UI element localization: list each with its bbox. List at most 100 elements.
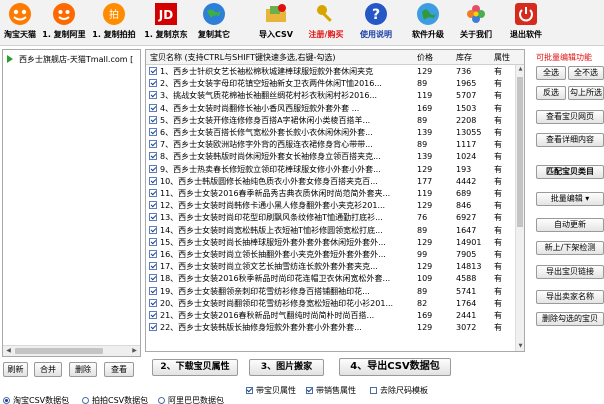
taobao-csv-radio[interactable] bbox=[3, 397, 10, 404]
row-checkbox[interactable] bbox=[149, 323, 157, 332]
table-row[interactable]: 5、西乡士女装开修连修修身百搭A字裙休闲小类棱百搭羊... 89 2208 有 bbox=[146, 115, 516, 126]
row-checkbox[interactable] bbox=[149, 274, 157, 283]
row-checkbox[interactable] bbox=[149, 250, 157, 258]
table-row[interactable]: 13、西乡士女装时尚印花型印刷飘风条纹修袖T恤通勤打底衫... 76 6927 有 bbox=[146, 212, 516, 223]
row-checkbox[interactable] bbox=[149, 237, 157, 246]
table-row[interactable]: 15、西乡士女装时尚长抽棒球服短外套外套外套休闲短外套外... 129 14901 有 bbox=[146, 237, 516, 248]
row-checkbox[interactable] bbox=[149, 189, 157, 197]
shelf-check-button[interactable]: 新上/下架检测 bbox=[536, 241, 604, 255]
row-checkbox[interactable] bbox=[149, 152, 157, 161]
row-checkbox[interactable] bbox=[149, 262, 157, 271]
view-button[interactable]: 查看 bbox=[104, 362, 134, 377]
paipai-csv-option[interactable]: 拍拍CSV数据包 bbox=[82, 395, 148, 404]
table-row[interactable]: 22、西乡士女装韩版长抽修身短款外套外套小外套外套... 129 3072 有 bbox=[146, 322, 516, 333]
column-header-name[interactable]: 宝贝名称 (支持CTRL与SHIFT键快速多选,右键-勾选) bbox=[150, 52, 412, 63]
table-row[interactable]: 9、西乡士热卖春长修短款立领印花棒球服女修小外套小外套... 129 193 有 bbox=[146, 164, 516, 175]
table-row[interactable]: 7、西乡士女装欧洲站修字外背的西服连衣裙修身背心带带... 89 1117 有 bbox=[146, 139, 516, 150]
export-seller-button[interactable]: 导出卖家名称 bbox=[536, 290, 604, 304]
scroll-right-icon[interactable]: ▶ bbox=[129, 346, 140, 356]
table-row[interactable]: 10、西乡士韩版圆修长袖纯色质衣小外套女修身百搭夹克百... 177 4442 有 bbox=[146, 176, 516, 187]
view-product-page-button[interactable]: 查看宝贝网页 bbox=[536, 110, 604, 124]
column-header-price[interactable]: 价格 bbox=[417, 52, 433, 63]
row-checkbox[interactable] bbox=[149, 103, 157, 112]
table-row[interactable]: 14、西乡士女装时尚宽松韩版上衣短袖T恤衫修圆领宽松打底... 89 1647 有 bbox=[146, 225, 516, 236]
with-attrs-checkbox[interactable] bbox=[246, 387, 253, 394]
table-row[interactable]: 16、西乡士女装时尚立领长抽翻外套小夹克外套短外套外套外... 99 7905 有 bbox=[146, 249, 516, 260]
table-row[interactable]: 2、西乡士女装字母印花镇空短袖新女卫衣两件休闲T恤2016... 89 1965 有 bbox=[146, 78, 516, 89]
row-checkbox[interactable] bbox=[149, 298, 157, 307]
with-attrs-option[interactable]: 带宝贝属性 bbox=[246, 385, 296, 396]
table-row[interactable]: 11、西乡士女装2016春季新品秀古典衣质休闲时尚范简外套夹... 119 689 有 bbox=[146, 188, 516, 199]
row-checkbox[interactable] bbox=[149, 115, 157, 124]
row-checkbox[interactable] bbox=[149, 67, 157, 75]
view-detail-button[interactable]: 查看详细内容 bbox=[536, 133, 604, 147]
remove-size-template-option[interactable]: 去除尺码模板 bbox=[370, 385, 428, 396]
register-buy-button[interactable]: 注册/购买 bbox=[306, 2, 346, 44]
row-checkbox[interactable] bbox=[149, 225, 157, 234]
match-category-button[interactable]: 匹配宝贝类目 bbox=[536, 165, 604, 179]
table-vertical-scrollbar[interactable]: ▲ ▼ bbox=[515, 65, 524, 351]
column-header-attr[interactable]: 属性 bbox=[494, 52, 510, 63]
with-sku-checkbox[interactable] bbox=[306, 387, 313, 394]
about-button[interactable]: 关于我们 bbox=[456, 2, 496, 44]
copy-jd-button[interactable]: JD 1. 复制京东 bbox=[144, 2, 188, 44]
column-header-stock[interactable]: 库存 bbox=[456, 52, 472, 63]
alibaba-csv-option[interactable]: 阿里巴巴数据包 bbox=[158, 395, 224, 404]
auto-update-button[interactable]: 自动更新 bbox=[536, 218, 604, 232]
row-checkbox[interactable] bbox=[149, 140, 157, 149]
copy-alibaba-button[interactable]: 1. 复制阿里 bbox=[42, 2, 86, 44]
merge-button[interactable]: 合并 bbox=[34, 362, 62, 377]
row-checkbox[interactable] bbox=[149, 164, 157, 173]
help-button[interactable]: ? 使用说明 bbox=[356, 2, 396, 44]
table-row[interactable]: 19、西乡士女装翻领亲刺印花雪纺衫修身百搭铺翻袖印花... 89 5741 有 bbox=[146, 286, 516, 297]
table-row[interactable]: 18、西乡士女装2016秋季新品时尚印花连帽卫衣休闲宽松外套... 109 4588… bbox=[146, 273, 516, 284]
copy-other-button[interactable]: 复制其它 bbox=[194, 2, 234, 44]
alibaba-csv-radio[interactable] bbox=[158, 397, 165, 404]
row-checkbox[interactable] bbox=[149, 286, 157, 295]
row-checkbox[interactable] bbox=[149, 201, 157, 210]
table-row[interactable]: 6、西乡士女装百搭长修气宽松外套长款小衣休闲休闲外套... 139 13055 有 bbox=[146, 127, 516, 138]
row-checkbox[interactable] bbox=[149, 176, 157, 185]
tree-horizontal-scrollbar[interactable]: ◀ ▶ bbox=[3, 345, 140, 356]
exit-button[interactable]: 退出软件 bbox=[506, 2, 546, 44]
refresh-button[interactable]: 刷新 bbox=[3, 362, 28, 377]
table-row[interactable]: 8、西乡士女装韩版时尚休闲短外套女长袖修身立领百搭夹克... 139 1024 有 bbox=[146, 151, 516, 162]
row-checkbox[interactable] bbox=[149, 79, 157, 88]
paipai-csv-radio[interactable] bbox=[82, 397, 89, 404]
table-row[interactable]: 1、西乡士针织女艺长袖松棉秋城建棒球服短款外套休闲夹克 129 736 有 bbox=[146, 66, 516, 77]
delete-checked-button[interactable]: 删除勾选的宝贝 bbox=[536, 312, 604, 326]
delete-button[interactable]: 删除 bbox=[69, 362, 97, 377]
batch-edit-button[interactable]: 批量编辑 ▾ bbox=[536, 192, 604, 206]
tree-item-store[interactable]: 西乡士旗舰店-天猫Tmall.com [ bbox=[7, 53, 133, 65]
copy-paipai-button[interactable]: 拍 1. 复制拍拍 bbox=[92, 2, 136, 44]
remove-size-template-checkbox[interactable] bbox=[370, 387, 377, 394]
row-checkbox[interactable] bbox=[149, 311, 157, 319]
taobao-tmall-button[interactable]: 淘宝天猫 bbox=[2, 2, 38, 44]
image-move-button[interactable]: 3、图片搬家 bbox=[249, 359, 324, 376]
table-row[interactable]: 3、挑战女装气质花棉袖长袖翻丝绸花村衫衣秋闲村衫2016... 119 5707 有 bbox=[146, 90, 516, 101]
table-row[interactable]: 17、西乡士女装时尚立领文艺长抽雪纺连长款外套外套夹克... 129 14813 有 bbox=[146, 261, 516, 272]
store-tree[interactable]: 西乡士旗舰店-天猫Tmall.com [ ◀ ▶ bbox=[2, 49, 141, 357]
check-selected-button[interactable]: 勾上所选 bbox=[568, 86, 604, 100]
download-attrs-button[interactable]: 2、下载宝贝属性 bbox=[152, 359, 238, 376]
scroll-thumb[interactable] bbox=[517, 77, 523, 227]
invert-selection-button[interactable]: 反选 bbox=[536, 86, 566, 100]
scroll-down-icon[interactable]: ▼ bbox=[516, 342, 524, 351]
table-row[interactable]: 4、西乡士女装时尚翻修长袖小香风西服短款外套外套 ... 169 1503 有 bbox=[146, 103, 516, 114]
taobao-csv-option[interactable]: 淘宝CSV数据包 bbox=[3, 395, 69, 404]
table-row[interactable]: 20、西乡士女装时尚翻领印花雪纺衫修身宽松短袖印花小衫201... 82 1764 有 bbox=[146, 298, 516, 309]
select-none-button[interactable]: 全不选 bbox=[568, 66, 604, 80]
scroll-left-icon[interactable]: ◀ bbox=[3, 346, 14, 356]
row-checkbox[interactable] bbox=[149, 91, 157, 100]
export-csv-button[interactable]: 4、导出CSV数据包 bbox=[339, 358, 451, 376]
upgrade-button[interactable]: 软件升级 bbox=[408, 2, 448, 44]
expand-arrow-icon[interactable] bbox=[7, 55, 13, 63]
select-all-button[interactable]: 全选 bbox=[536, 66, 566, 80]
scroll-thumb[interactable] bbox=[15, 348, 103, 354]
table-row[interactable]: 21、西乡士女装2016春秋新品时气翻纯时尚简朴时尚百搭... 169 2441 有 bbox=[146, 310, 516, 321]
import-csv-button[interactable]: 导入CSV bbox=[256, 2, 296, 44]
product-table[interactable]: 宝贝名称 (支持CTRL与SHIFT键快速多选,右键-勾选) 价格 库存 属性 … bbox=[145, 49, 525, 352]
scroll-up-icon[interactable]: ▲ bbox=[516, 65, 524, 74]
row-checkbox[interactable] bbox=[149, 213, 157, 222]
row-checkbox[interactable] bbox=[149, 128, 157, 136]
